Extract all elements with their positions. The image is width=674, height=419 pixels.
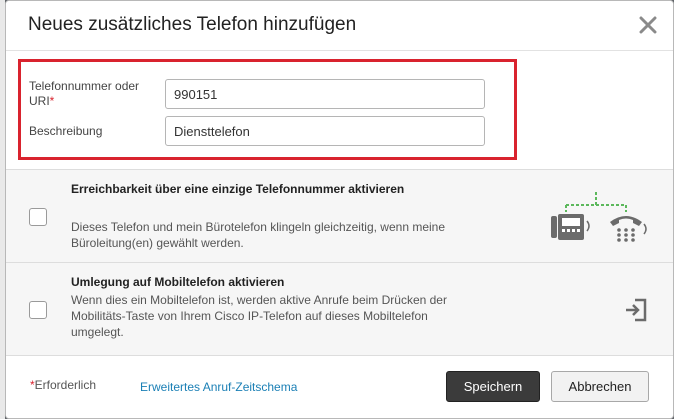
phone-number-input[interactable]: 990151 bbox=[165, 79, 485, 109]
mobile-transfer-description: Wenn dies ein Mobiltelefon ist, werden a… bbox=[71, 293, 447, 339]
required-note-text: Erforderlich bbox=[34, 378, 97, 392]
phone-number-label: Telefonnummer oder URI* bbox=[29, 79, 159, 109]
required-note: *Erforderlich bbox=[30, 378, 96, 392]
add-phone-dialog: Neues zusätzliches Telefon hinzufügen Te… bbox=[5, 0, 674, 419]
single-number-reach-title: Erreichbarkeit über eine einzige Telefon… bbox=[71, 182, 405, 196]
mobile-transfer-checkbox[interactable] bbox=[29, 301, 47, 319]
description-value: Diensttelefon bbox=[174, 123, 250, 139]
phone-number-label-text: Telefonnummer oder URI bbox=[29, 79, 140, 108]
description-label: Beschreibung bbox=[29, 124, 103, 138]
transfer-to-mobile-icon bbox=[626, 298, 647, 322]
dialog-footer: *Erforderlich Erweitertes Anruf-Zeitsche… bbox=[6, 355, 673, 418]
mobile-transfer-title: Umlegung auf Mobiltelefon aktivieren bbox=[71, 275, 285, 289]
dialog-title: Neues zusätzliches Telefon hinzufügen bbox=[28, 14, 357, 35]
single-number-reach-checkbox[interactable] bbox=[29, 208, 47, 226]
phone-form: Telefonnummer oder URI* 990151 Beschreib… bbox=[6, 52, 673, 169]
single-number-reach-option: Erreichbarkeit über eine einzige Telefon… bbox=[6, 169, 673, 262]
phone-number-value: 990151 bbox=[174, 86, 218, 102]
mobile-transfer-option: Umlegung auf Mobiltelefon aktivieren Wen… bbox=[6, 262, 673, 355]
required-star: * bbox=[49, 94, 55, 108]
single-number-reach-description: Dieses Telefon und mein Bürotelefon klin… bbox=[71, 220, 446, 250]
save-button[interactable]: Speichern bbox=[446, 371, 540, 402]
dialog-header: Neues zusätzliches Telefon hinzufügen bbox=[6, 1, 673, 51]
description-input[interactable]: Diensttelefon bbox=[165, 116, 485, 146]
single-number-reach-icon bbox=[551, 192, 647, 242]
close-button[interactable] bbox=[637, 14, 659, 36]
cancel-button[interactable]: Abbrechen bbox=[551, 371, 649, 402]
advanced-call-schedule-link[interactable]: Erweitertes Anruf-Zeitschema bbox=[140, 380, 297, 394]
close-icon bbox=[639, 16, 657, 34]
